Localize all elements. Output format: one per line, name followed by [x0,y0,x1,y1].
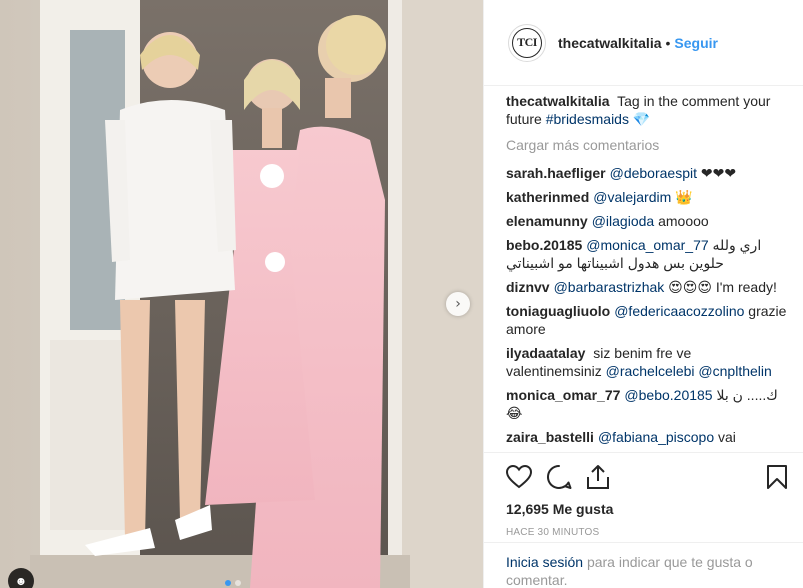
post-actions: 12,695 Me gusta HACE 30 MINUTOS [484,452,803,538]
chevron-right-icon: › [455,296,461,312]
post-photo[interactable]: › ☻ [0,0,483,588]
like-count[interactable]: 12,695 Me gusta [506,501,788,517]
bookmark-icon [767,465,787,489]
comment-username[interactable]: bebo.20185 [506,237,582,253]
share-icon [587,465,609,489]
comment-text: ❤❤❤ [700,165,737,181]
comment-text: vai [718,429,736,445]
comment-mention[interactable]: @barbarastrizhak [554,279,665,295]
comment-mention[interactable]: @ilagioda [592,213,654,229]
comment-item: monica_omar_77 @bebo.20185 ك..... ن بلا 😂 [506,386,790,422]
post-timestamp: HACE 30 MINUTOS [506,527,600,538]
carousel-indicator [225,580,241,586]
comment-item: zaira_bastelli @fabiana_piscopo vai [506,428,790,446]
comment-username[interactable]: katherinmed [506,189,589,205]
comment-item: elenamunny @ilagioda amoooo [506,212,790,230]
login-link[interactable]: Inicia sesión [506,554,583,570]
post-header: TCI thecatwalkitalia • Seguir [484,0,803,86]
comment-mention[interactable]: @monica_omar_77 [586,237,708,253]
comment-mention[interactable]: @deboraespit [610,165,697,181]
comment-mention[interactable]: @valejardim [593,189,671,205]
next-photo-button[interactable]: › [446,292,470,316]
avatar[interactable]: TCI [508,23,546,62]
comment-username[interactable]: ilyadaatalay [506,345,585,361]
carousel-dot [225,580,231,586]
user-tag-icon[interactable]: ☻ [8,568,34,588]
carousel-dot [235,580,241,586]
comment-username[interactable]: sarah.haefliger [506,165,606,181]
caption-emoji: 💎 [632,111,651,127]
photo-illustration [0,0,483,588]
comment-icon [547,464,572,489]
comment-username[interactable]: monica_omar_77 [506,387,620,403]
comment-mention[interactable]: @rachelcelebi [606,363,695,379]
comment-item: sarah.haefliger @deboraespit ❤❤❤ [506,164,790,182]
heart-icon [506,465,532,489]
comment-username[interactable]: toniaguagliuolo [506,303,610,319]
comment-username[interactable]: diznvv [506,279,550,295]
comment-item: toniaguagliuolo @federicaacozzolino grazi… [506,302,790,338]
comment-button[interactable] [546,457,586,497]
comment-mention[interactable]: @bebo.20185 [624,387,712,403]
comment-mention[interactable]: @fabiana_piscopo [598,429,714,445]
login-prompt: Inicia sesión para indicar que te gusta … [484,542,803,588]
comment-mention[interactable]: @cnplthelin [698,363,771,379]
header-username[interactable]: thecatwalkitalia [558,35,662,51]
comment-text: 😍😍😍 I'm ready! [668,279,777,295]
comment-username[interactable]: zaira_bastelli [506,429,594,445]
caption-username[interactable]: thecatwalkitalia [506,93,610,109]
load-more-comments-button[interactable]: Cargar más comentarios [506,136,790,154]
comment-username[interactable]: elenamunny [506,213,588,229]
caption-hashtag[interactable]: #bridesmaids [546,111,629,127]
comment-item: bebo.20185 @monica_omar_77 اري ولله حلوين… [506,236,790,272]
comment-text: amoooo [658,213,709,229]
post-side-panel: TCI thecatwalkitalia • Seguir thecatwalk… [483,0,803,588]
avatar-logo: TCI [512,27,542,58]
comment-mention[interactable]: @federicaacozzolino [614,303,744,319]
like-button[interactable] [506,457,546,497]
comment-item: katherinmed @valejardim 👑 [506,188,790,206]
header-separator: • [665,34,671,51]
comment-text: 👑 [675,189,693,205]
follow-button[interactable]: Seguir [674,35,718,51]
comment-list[interactable]: thecatwalkitalia Tag in the comment your… [506,92,790,450]
save-button[interactable] [758,457,788,497]
action-bar [506,457,788,497]
share-button[interactable] [586,457,626,497]
post-caption: thecatwalkitalia Tag in the comment your… [506,92,790,128]
comment-item: ilyadaatalay siz benim fre ve valentinem… [506,344,790,380]
comment-item: diznvv @barbarastrizhak 😍😍😍 I'm ready! [506,278,790,296]
